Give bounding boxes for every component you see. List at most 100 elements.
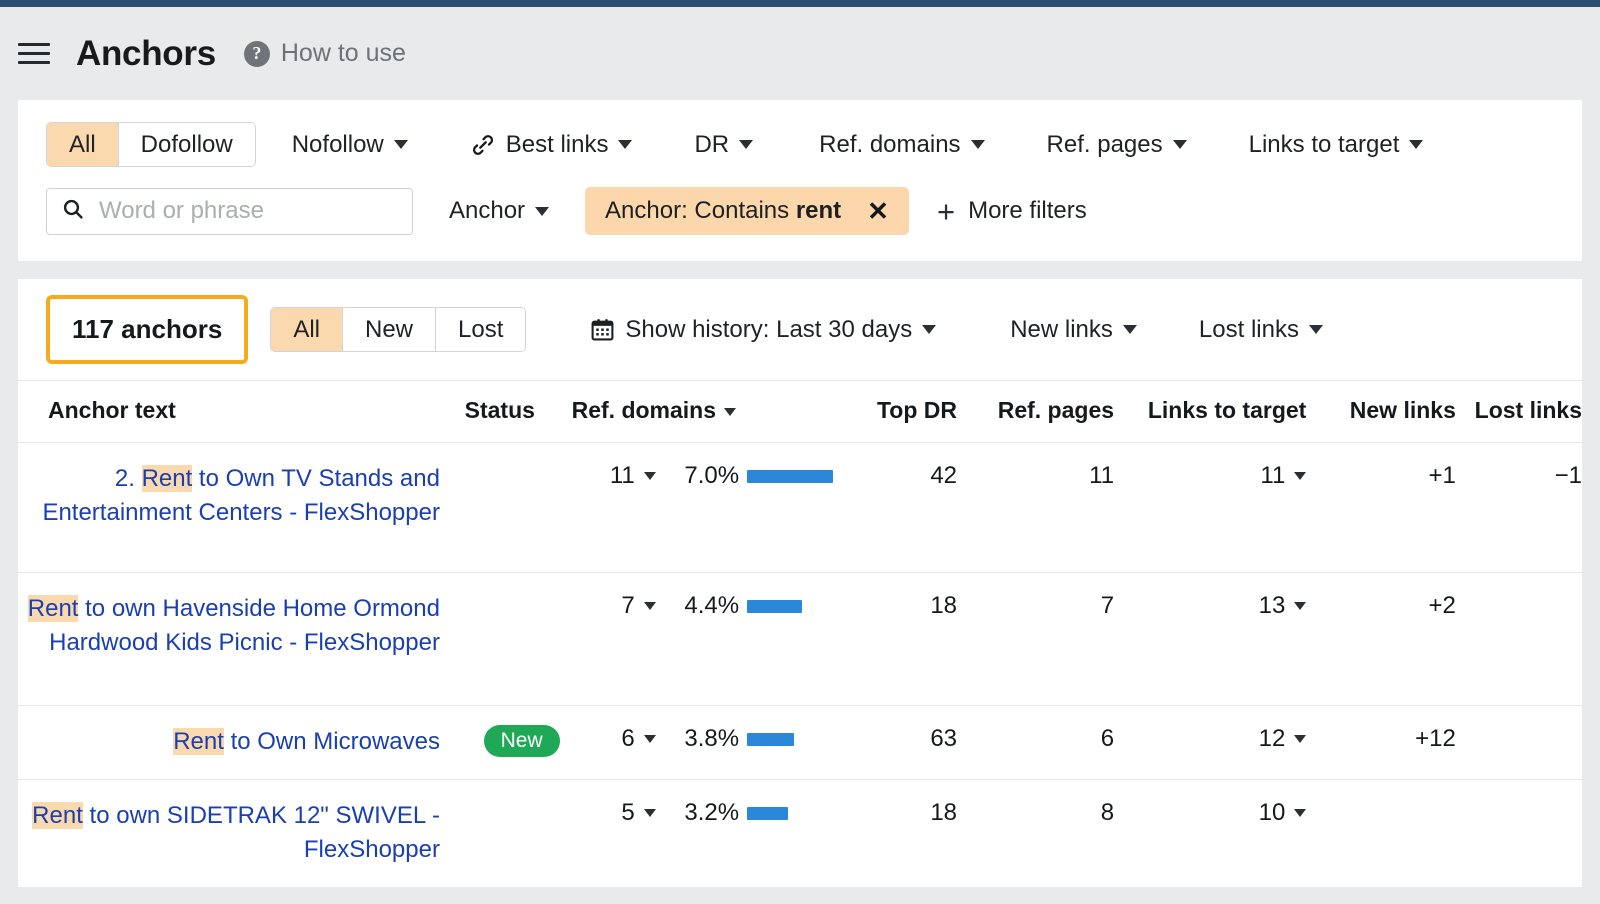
close-icon[interactable]: ✕ [867,198,889,224]
cell-status [440,573,560,706]
cell-status [440,443,560,573]
cell-ref-domains[interactable]: 11 [560,443,656,573]
chip-term-label: rent [796,197,841,224]
ref-domains-bar [747,733,794,746]
cell-ref-domains-percent: 4.4% [656,573,739,706]
panel-divider [0,261,1600,279]
anchor-text-link[interactable]: Rent to own Havenside Home Ormond Hardwo… [28,595,440,656]
segment-option-dofollow[interactable]: Dofollow [119,123,255,166]
filter-ref-domains[interactable]: Ref. domains [801,131,1002,159]
table-row[interactable]: Rent to own Havenside Home Ormond Hardwo… [18,573,1582,706]
chevron-down-icon [535,207,549,216]
cell-new-links: +2 [1306,573,1456,706]
column-header-new-links[interactable]: New links [1306,381,1456,443]
cell-ref-domains[interactable]: 7 [560,573,656,706]
column-header-ref-domains[interactable]: Ref. domains [560,381,851,443]
column-header-lost-links[interactable]: Lost links [1456,381,1582,443]
filter-row-primary: All Dofollow Nofollow Best links DR Ref. [46,122,1554,167]
table-row[interactable]: 2. Rent to Own TV Stands and Entertainme… [18,443,1582,573]
filter-nofollow[interactable]: Nofollow [274,131,426,159]
chevron-down-icon [1309,325,1323,334]
anchor-rest: to Own Microwaves [224,728,440,755]
chevron-down-icon [1123,325,1137,334]
table-row[interactable]: Rent to Own Microwaves New 6 3.8% 63 6 1… [18,706,1582,780]
link-icon [470,132,496,158]
lost-links-dropdown[interactable]: Lost links [1181,316,1341,344]
status-badge-new: New [484,725,560,757]
filter-ref-pages[interactable]: Ref. pages [1029,131,1205,159]
chevron-down-icon [922,325,936,334]
chevron-down-icon [1409,140,1423,149]
status-option-new[interactable]: New [343,308,436,351]
cell-ref-domains[interactable]: 5 [560,780,656,888]
column-header-status[interactable]: Status [440,381,560,443]
status-option-lost[interactable]: Lost [436,308,525,351]
cell-top-dr: 42 [850,443,957,573]
cell-anchor-text[interactable]: Rent to Own Microwaves [18,706,440,780]
cell-ref-pages: 6 [957,706,1114,780]
search-box[interactable] [46,188,413,235]
filter-dr[interactable]: DR [676,131,771,159]
how-to-use-link[interactable]: ? How to use [244,39,406,68]
filter-nofollow-label: Nofollow [292,131,384,159]
filter-best-links[interactable]: Best links [452,131,651,159]
filter-dr-label: DR [694,131,729,159]
chevron-down-icon [394,140,408,149]
new-links-dropdown[interactable]: New links [992,316,1155,344]
cell-links-to-target[interactable]: 11 [1114,443,1306,573]
cell-links-to-target[interactable]: 10 [1114,780,1306,888]
anchor-count-badge: 117 anchors [46,295,248,364]
segment-option-all[interactable]: All [47,123,119,166]
cell-ref-pages: 8 [957,780,1114,888]
anchor-rest: to own SIDETRAK 12" SWIVEL - FlexShopper [83,802,440,863]
filter-anchor-field[interactable]: Anchor [431,197,567,225]
cell-links-to-target[interactable]: 12 [1114,706,1306,780]
active-filter-chip-anchor-contains[interactable]: Anchor: Contains rent ✕ [585,187,909,235]
page-header: Anchors ? How to use [0,7,1600,100]
ref-domains-bar [747,807,788,820]
cell-ref-domains[interactable]: 6 [560,706,656,780]
page-title: Anchors [76,34,216,74]
hamburger-icon[interactable] [18,37,52,71]
table-row[interactable]: Rent to own SIDETRAK 12" SWIVEL - FlexSh… [18,780,1582,888]
column-header-links-to-target[interactable]: Links to target [1114,381,1306,443]
cell-new-links: +12 [1306,706,1456,780]
show-history-dropdown[interactable]: Show history: Last 30 days [572,316,954,344]
filter-best-links-label: Best links [506,131,609,159]
cell-anchor-text[interactable]: Rent to own SIDETRAK 12" SWIVEL - FlexSh… [18,780,440,888]
cell-top-dr: 63 [850,706,957,780]
anchor-rest: to own Havenside Home Ormond Hardwood Ki… [49,595,440,656]
anchor-text-link[interactable]: 2. Rent to Own TV Stands and Entertainme… [42,465,440,526]
status-option-all[interactable]: All [271,308,343,351]
cell-ref-domains-percent: 3.2% [656,780,739,888]
cell-anchor-text[interactable]: 2. Rent to Own TV Stands and Entertainme… [18,443,440,573]
ref-domains-value: 6 [621,725,634,753]
status-segmented-control: All New Lost [270,307,526,352]
ref-domains-bar [747,470,833,483]
more-filters-button[interactable]: + More filters [937,196,1087,227]
cell-links-to-target[interactable]: 13 [1114,573,1306,706]
links-to-target-value: 12 [1259,725,1286,753]
anchors-table: Anchor text Status Ref. domains Top DR R… [18,380,1582,887]
new-links-dropdown-label: New links [1010,316,1113,344]
filter-links-to-target[interactable]: Links to target [1231,131,1442,159]
column-header-ref-pages[interactable]: Ref. pages [957,381,1114,443]
filter-ref-domains-label: Ref. domains [819,131,960,159]
chevron-down-icon [971,140,985,149]
top-accent-bar [0,0,1600,7]
cell-anchor-text[interactable]: Rent to own Havenside Home Ormond Hardwo… [18,573,440,706]
chevron-down-icon [644,472,656,480]
results-toolbar: 117 anchors All New Lost [18,279,1582,380]
column-header-ref-domains-label: Ref. domains [572,397,716,423]
how-to-use-label: How to use [281,39,406,68]
calendar-icon [590,317,615,342]
anchor-rest: to Own TV Stands and Entertainment Cente… [42,465,440,526]
cell-lost-links [1456,780,1582,888]
column-header-anchor-text[interactable]: Anchor text [18,381,440,443]
anchor-text-link[interactable]: Rent to own SIDETRAK 12" SWIVEL - FlexSh… [32,802,440,863]
anchor-text-link[interactable]: Rent to Own Microwaves [173,728,440,755]
ref-domains-value: 7 [621,592,634,620]
cell-new-links [1306,780,1456,888]
search-input[interactable] [97,196,398,226]
column-header-top-dr[interactable]: Top DR [850,381,957,443]
